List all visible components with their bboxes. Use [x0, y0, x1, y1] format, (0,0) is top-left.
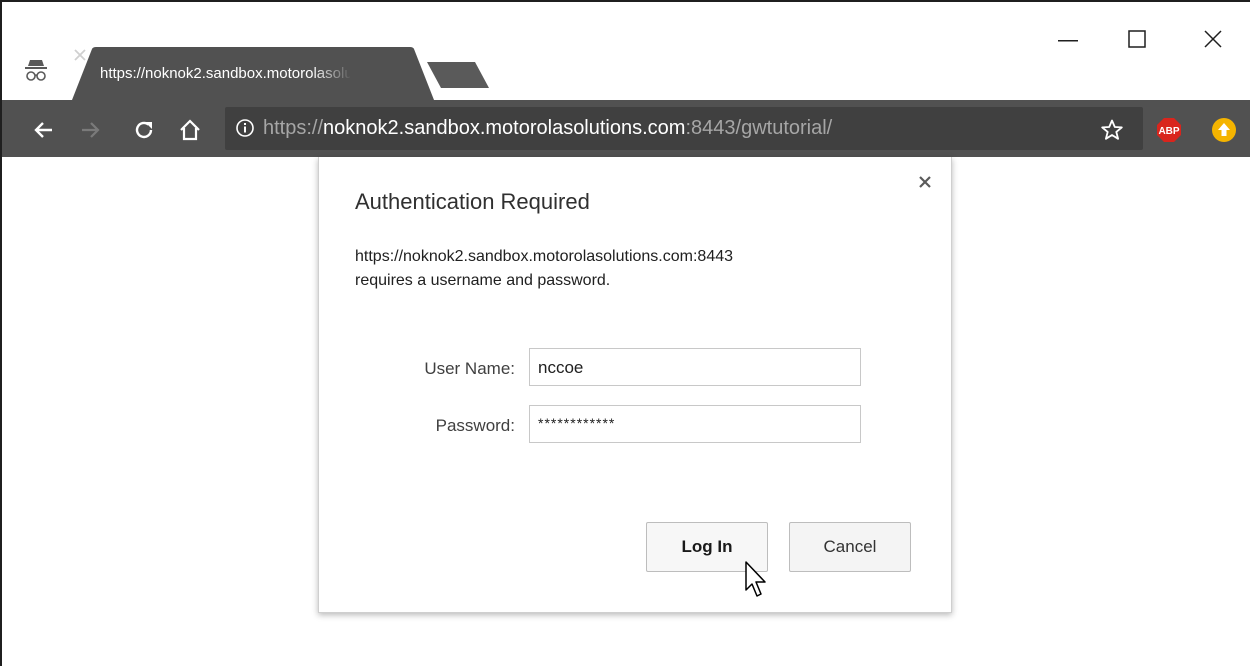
cancel-button[interactable]: Cancel — [789, 522, 911, 572]
new-tab-button[interactable] — [427, 62, 489, 88]
incognito-icon — [25, 60, 47, 81]
password-field[interactable]: ************ — [529, 405, 861, 443]
tab-active[interactable]: https://noknok2.sandbox.motorolasolution… — [72, 47, 434, 100]
close-tab-icon[interactable] — [72, 47, 88, 63]
forward-arrow-icon[interactable] — [78, 118, 102, 142]
star-icon[interactable] — [1101, 119, 1123, 141]
maximize-icon[interactable] — [1114, 22, 1160, 58]
url-scheme: https:// — [263, 117, 324, 139]
mouse-cursor-icon — [745, 561, 766, 597]
window-close-icon[interactable] — [1190, 22, 1236, 58]
dialog-message-line2: requires a username and password. — [355, 272, 611, 289]
url-text: https://noknok2.sandbox.motorolasolution… — [263, 117, 832, 140]
tab-title-fade — [312, 61, 352, 85]
dialog-message-line1: https://noknok2.sandbox.motorolasolution… — [355, 248, 734, 265]
address-bar[interactable]: https://noknok2.sandbox.motorolasolution… — [225, 107, 1143, 150]
home-icon[interactable] — [178, 118, 202, 142]
info-icon[interactable] — [235, 118, 255, 138]
minimize-icon[interactable] — [1045, 22, 1091, 58]
abp-label: ABP — [1158, 126, 1179, 137]
url-path: :8443/gwtutorial/ — [685, 117, 833, 139]
dialog-message: https://noknok2.sandbox.motorolasolution… — [355, 245, 733, 293]
extension-icon[interactable] — [1211, 117, 1237, 143]
dialog-title: Authentication Required — [355, 189, 590, 214]
username-field[interactable]: nccoe — [529, 348, 861, 386]
auth-dialog: Authentication Required https://noknok2.… — [318, 157, 952, 613]
username-label: User Name: — [424, 359, 515, 378]
adblock-plus-icon[interactable]: ABP — [1156, 117, 1182, 143]
password-label: Password: — [435, 416, 515, 435]
url-host: noknok2.sandbox.motorolasolutions.com — [323, 117, 686, 139]
dialog-close-icon[interactable] — [915, 172, 935, 192]
reload-icon[interactable] — [132, 118, 156, 142]
back-arrow-icon[interactable] — [32, 118, 56, 142]
